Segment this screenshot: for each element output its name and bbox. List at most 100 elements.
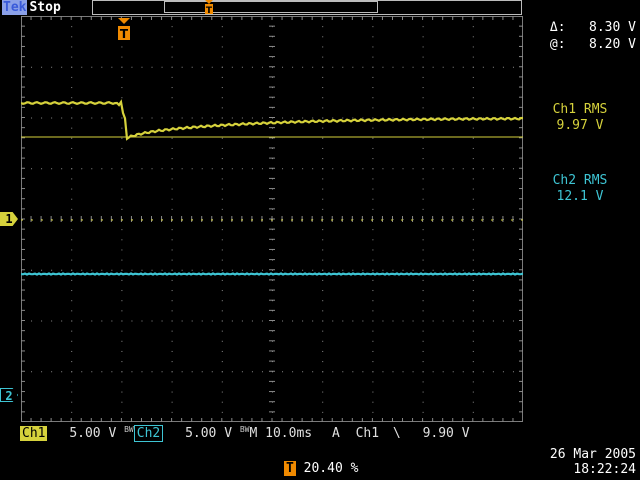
grid-dot	[101, 371, 103, 373]
grid-dot	[201, 371, 203, 373]
grid-dot	[71, 330, 73, 332]
grid-dot	[61, 371, 63, 373]
grid-dot	[432, 320, 434, 322]
grid-dot	[472, 87, 474, 89]
grid-dot	[171, 279, 173, 281]
ch1-ground-marker[interactable]: 1	[0, 212, 18, 226]
grid-dot	[221, 117, 223, 119]
grid-dot	[342, 269, 344, 271]
grid-dot	[512, 269, 514, 271]
grid-dot	[302, 117, 304, 119]
grid-dot	[91, 269, 93, 271]
grid-dot	[422, 168, 424, 170]
grid-dot	[251, 320, 253, 322]
grid-dot	[282, 320, 284, 322]
grid-dot	[191, 117, 193, 119]
grid-dot	[71, 87, 73, 89]
grid-dot	[101, 320, 103, 322]
grid-dot	[121, 350, 123, 352]
grid-dot	[372, 269, 374, 271]
grid-dot	[322, 147, 324, 149]
grid-dot	[322, 56, 324, 58]
grid-dot	[111, 371, 113, 373]
ch2-rms-value: 12.1 V	[556, 189, 604, 204]
grid-dot	[472, 239, 474, 241]
grid-dot	[91, 117, 93, 119]
grid-dot	[482, 168, 484, 170]
grid-dot	[261, 371, 263, 373]
grid-dot	[472, 76, 474, 78]
ch1-scale: 5.00 V	[69, 426, 117, 441]
ch2-label[interactable]: Ch2	[133, 425, 164, 442]
grid-dot	[171, 249, 173, 251]
grid-dot	[442, 168, 444, 170]
grid-dot	[61, 117, 63, 119]
grid-dot	[322, 290, 324, 292]
grid-dot	[422, 259, 424, 261]
grid-dot	[131, 269, 133, 271]
grid-dot	[422, 107, 424, 109]
grid-dot	[382, 371, 384, 373]
grid-dot	[412, 269, 414, 271]
grid-dot	[472, 127, 474, 129]
grid-dot	[181, 269, 183, 271]
grid-dot	[392, 371, 394, 373]
grid-dot	[211, 117, 213, 119]
ch2-waveform	[21, 272, 523, 276]
grid-dot	[432, 66, 434, 68]
status-brand: Tek Stop	[2, 0, 61, 15]
grid-dot	[221, 158, 223, 160]
grid-dot	[332, 269, 334, 271]
grid-dot	[392, 168, 394, 170]
grid-dot	[342, 168, 344, 170]
grid-dot	[322, 107, 324, 109]
grid-dot	[302, 371, 304, 373]
grid-dot	[422, 158, 424, 160]
grid-dot	[171, 26, 173, 28]
grid-dot	[171, 158, 173, 160]
grid-dot	[61, 320, 63, 322]
grid-dot	[512, 320, 514, 322]
grid-dot	[121, 208, 123, 210]
grid-dot	[362, 168, 364, 170]
grid-dot	[221, 46, 223, 48]
grid-dot	[322, 188, 324, 190]
grid-dot	[372, 87, 374, 89]
svg-text:T: T	[120, 27, 129, 41]
grid-dot	[191, 168, 193, 170]
grid-dot	[372, 178, 374, 180]
grid-dot	[171, 97, 173, 99]
grid-dot	[372, 340, 374, 342]
grid-dot	[71, 107, 73, 109]
grid-dot	[392, 66, 394, 68]
grid-dot	[181, 66, 183, 68]
grid-dot	[171, 66, 173, 68]
grid-dot	[121, 279, 123, 281]
grid-dot	[31, 269, 33, 271]
ch2-ground-marker[interactable]: 2	[0, 388, 18, 402]
trigger-position-icon[interactable]: T	[117, 18, 131, 42]
grid-dot	[372, 330, 374, 332]
grid-dot	[422, 310, 424, 312]
grid-dot	[231, 269, 233, 271]
grid-dot	[151, 371, 153, 373]
grid-dot	[71, 66, 73, 68]
grid-dot	[171, 188, 173, 190]
grid-dot	[121, 340, 123, 342]
grid-dot	[372, 76, 374, 78]
grid-dot	[201, 66, 203, 68]
grid-dot	[171, 76, 173, 78]
grid-dot	[422, 147, 424, 149]
grid-dot	[121, 137, 123, 139]
grid-dot	[121, 178, 123, 180]
grid-dot	[472, 107, 474, 109]
grid-dot	[131, 371, 133, 373]
grid-dot	[171, 239, 173, 241]
date-readout: 26 Mar 2005	[549, 447, 636, 462]
grid-dot	[121, 391, 123, 393]
ch1-label[interactable]: Ch1	[20, 426, 48, 441]
grid-dot	[221, 198, 223, 200]
grid-dot	[292, 168, 294, 170]
grid-dot	[372, 66, 374, 68]
grid-dot	[462, 320, 464, 322]
